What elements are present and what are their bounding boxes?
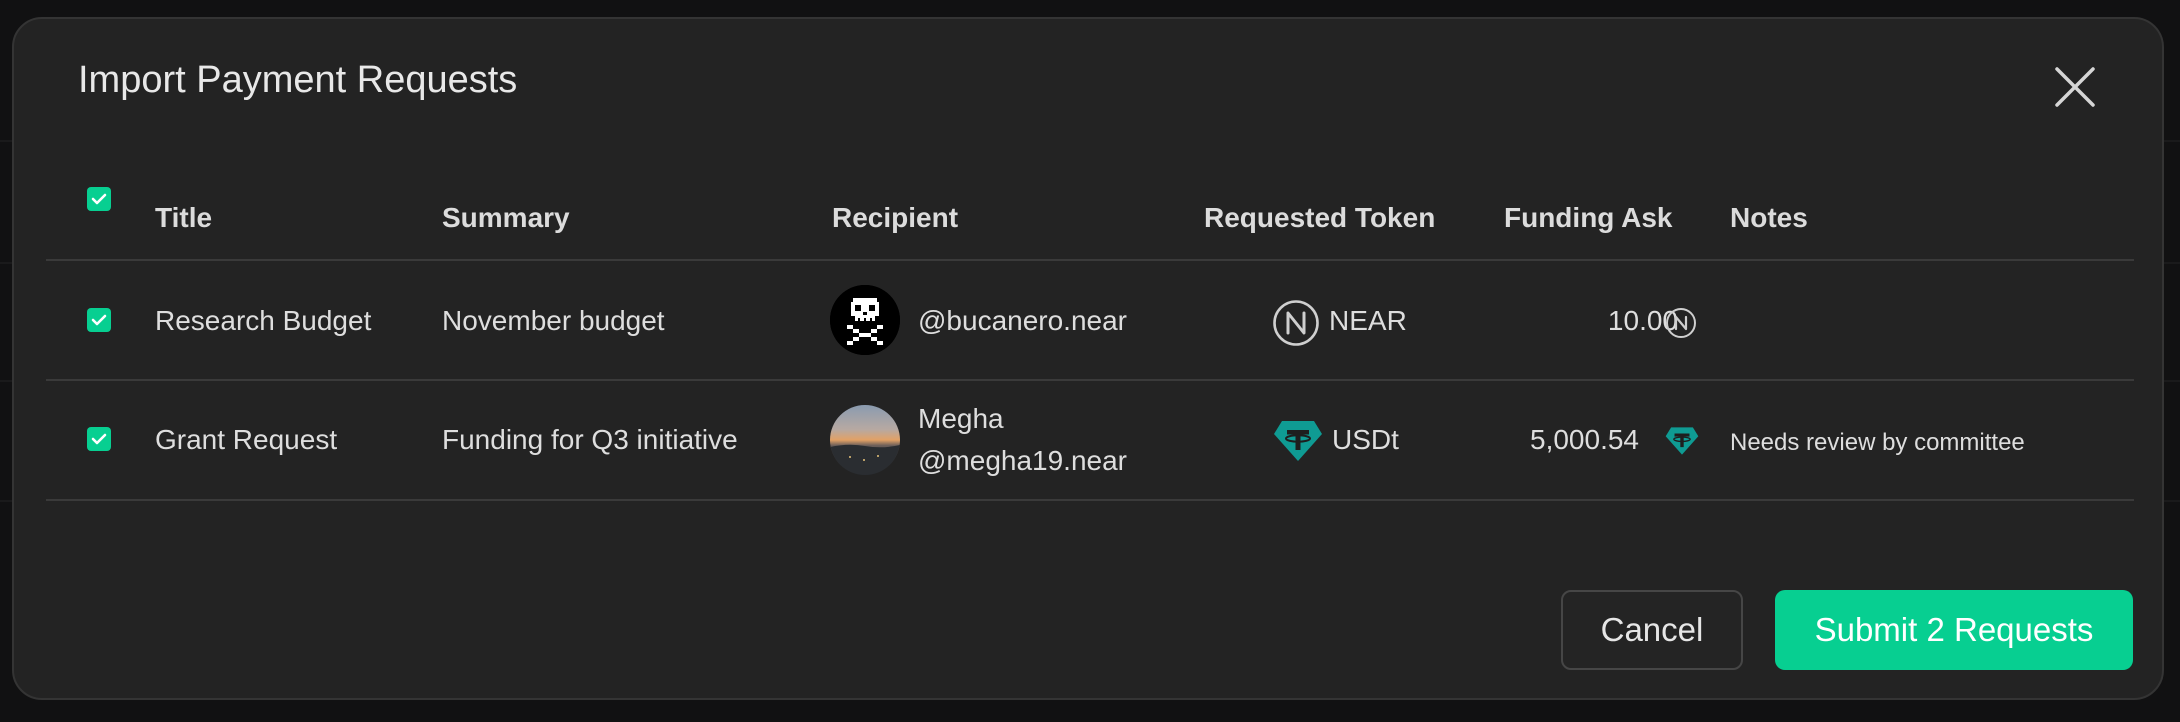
recipient-name: Megha [918,403,1004,434]
checkmark-icon [91,433,107,445]
sunset-photo-icon [830,405,900,475]
submit-requests-button[interactable]: Submit 2 Requests [1775,590,2133,670]
column-header-title[interactable]: Title [155,202,212,234]
column-header-funding-ask[interactable]: Funding Ask [1504,202,1673,234]
column-header-notes[interactable]: Notes [1730,202,1808,234]
row-divider [46,379,2134,381]
recipient-account: @megha19.near [918,445,1128,476]
checkmark-icon [91,314,107,326]
token-name: USDt [1332,424,1399,455]
row-title: Grant Request [155,424,338,455]
row-notes: Needs review by committee [1730,429,2025,456]
tether-icon [1665,427,1699,455]
dialog-title: Import Payment Requests [78,59,518,101]
cancel-button[interactable]: Cancel [1561,590,1743,670]
row-summary: November budget [442,305,665,336]
pixel-skull-icon [830,285,900,355]
recipient-avatar [830,405,900,475]
column-header-summary[interactable]: Summary [442,202,570,234]
column-header-requested-token[interactable]: Requested Token [1204,202,1435,234]
row-divider [46,499,2134,501]
recipient-avatar [830,285,900,355]
recipient-account: @bucanero.near [918,305,1128,336]
row-checkbox[interactable] [87,308,111,332]
token-name: NEAR [1329,305,1407,336]
row-summary: Funding for Q3 initiative [442,424,738,455]
column-header-recipient[interactable]: Recipient [832,202,958,234]
select-all-checkbox[interactable] [87,187,111,211]
checkmark-icon [91,193,107,205]
tether-icon [1274,421,1322,461]
row-checkbox[interactable] [87,427,111,451]
header-divider [46,259,2134,261]
close-icon [2055,67,2095,107]
close-button[interactable] [2045,57,2105,117]
import-payment-requests-dialog: Import Payment Requests Title Summary Re… [12,17,2164,700]
near-icon [1273,300,1319,346]
near-icon [1666,308,1696,338]
row-title: Research Budget [155,305,372,336]
funding-amount: 5,000.54 [1530,424,1639,455]
